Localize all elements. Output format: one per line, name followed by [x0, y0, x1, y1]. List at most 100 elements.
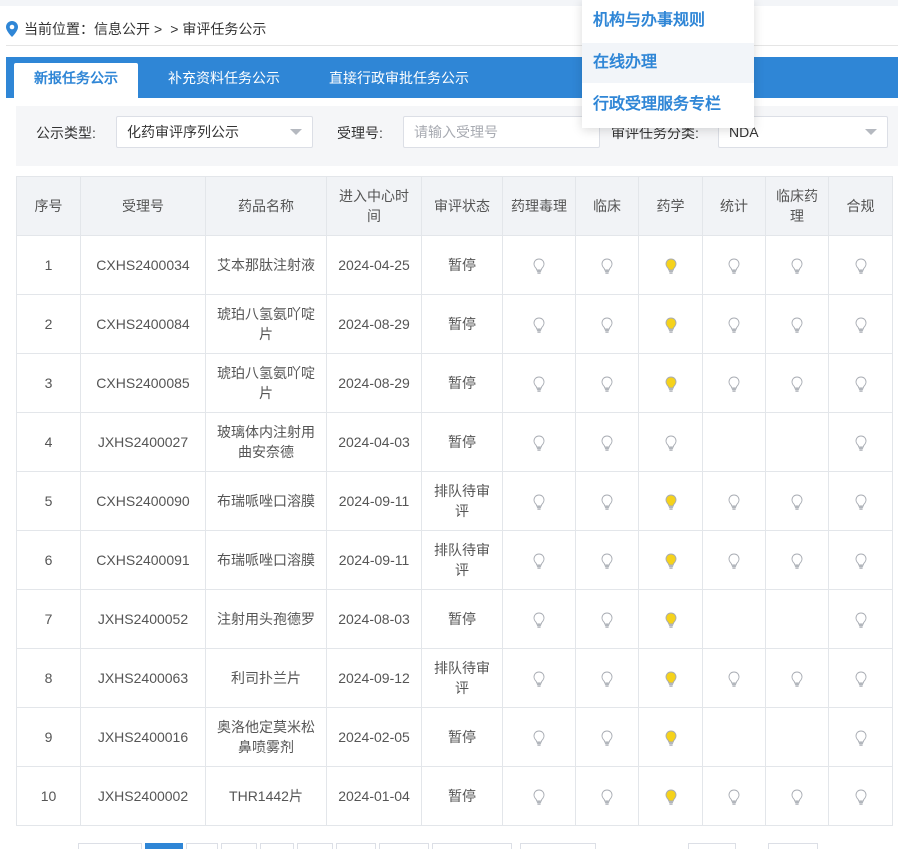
lightbulb-off-icon[interactable]: [855, 553, 867, 570]
lightbulb-off-icon[interactable]: [533, 317, 545, 334]
page-button-current[interactable]: [145, 843, 183, 849]
lightbulb-off-icon[interactable]: [855, 435, 867, 452]
lightbulb-off-icon[interactable]: [601, 789, 613, 806]
breadcrumb-separator: >: [170, 21, 179, 37]
lightbulb-off-icon[interactable]: [601, 258, 613, 275]
page-button[interactable]: [186, 843, 218, 849]
lightbulb-off-icon[interactable]: [791, 789, 803, 806]
lightbulb-off-icon[interactable]: [728, 376, 740, 393]
type-select[interactable]: 化药审评序列公示: [116, 116, 313, 148]
lightbulb-on-icon[interactable]: [665, 258, 677, 275]
cell-status: 暂停: [421, 235, 503, 295]
lightbulb-off-icon[interactable]: [791, 317, 803, 334]
lightbulb-off-icon[interactable]: [791, 376, 803, 393]
lightbulb-off-icon[interactable]: [601, 671, 613, 688]
cell-clin-pharm: [765, 294, 829, 354]
lightbulb-off-icon[interactable]: [855, 317, 867, 334]
lightbulb-off-icon[interactable]: [601, 494, 613, 511]
tab-new-tasks[interactable]: 新报任务公示: [14, 63, 138, 98]
cell-clinical: [575, 353, 639, 413]
lightbulb-off-icon[interactable]: [533, 789, 545, 806]
page-button[interactable]: [297, 843, 333, 849]
cell-pharmacy: [638, 353, 703, 413]
table-row: 7 JXHS2400052 注射用头孢德罗 2024-08-03 暂停: [16, 589, 893, 649]
lightbulb-off-icon[interactable]: [728, 317, 740, 334]
lightbulb-off-icon[interactable]: [533, 376, 545, 393]
lightbulb-off-icon[interactable]: [855, 730, 867, 747]
lightbulb-off-icon[interactable]: [728, 494, 740, 511]
lightbulb-off-icon[interactable]: [855, 494, 867, 511]
lightbulb-off-icon[interactable]: [791, 494, 803, 511]
cell-compliance: [828, 471, 893, 531]
lightbulb-off-icon[interactable]: [533, 671, 545, 688]
cell-status: 暂停: [421, 707, 503, 767]
lightbulb-off-icon[interactable]: [855, 612, 867, 629]
page-jump-input[interactable]: [688, 843, 736, 849]
breadcrumb-info-public[interactable]: 信息公开: [94, 19, 150, 39]
cell-pharmtox: [502, 412, 576, 472]
lightbulb-on-icon[interactable]: [665, 376, 677, 393]
cell-status: 暂停: [421, 412, 503, 472]
lightbulb-off-icon[interactable]: [533, 612, 545, 629]
cell-clin-pharm: [765, 353, 829, 413]
page-next-button[interactable]: [432, 843, 512, 849]
page-prev-button[interactable]: [78, 843, 142, 849]
cell-pharmtox: [502, 589, 576, 649]
lightbulb-off-icon[interactable]: [855, 671, 867, 688]
lightbulb-off-icon[interactable]: [728, 553, 740, 570]
lightbulb-off-icon[interactable]: [855, 258, 867, 275]
cell-pharmtox: [502, 766, 576, 826]
page-jump-button[interactable]: [768, 843, 818, 849]
menu-item-online[interactable]: 在线办理: [582, 43, 754, 83]
lightbulb-on-icon[interactable]: [665, 317, 677, 334]
lightbulb-off-icon[interactable]: [791, 553, 803, 570]
cell-drug-name: 奥洛他定莫米松鼻喷雾剂: [205, 707, 327, 767]
page-button[interactable]: [336, 843, 376, 849]
tab-supplement-tasks[interactable]: 补充资料任务公示: [154, 63, 294, 98]
lightbulb-off-icon[interactable]: [601, 730, 613, 747]
col-header: 统计: [702, 176, 766, 236]
lightbulb-off-icon[interactable]: [601, 435, 613, 452]
lightbulb-off-icon[interactable]: [601, 612, 613, 629]
lightbulb-off-icon[interactable]: [533, 258, 545, 275]
lightbulb-off-icon[interactable]: [533, 730, 545, 747]
menu-item-service[interactable]: 行政受理服务专栏: [582, 85, 754, 125]
lightbulb-off-icon[interactable]: [601, 376, 613, 393]
cell-status: 暂停: [421, 589, 503, 649]
cell-pharmacy: [638, 412, 703, 472]
lightbulb-off-icon[interactable]: [791, 671, 803, 688]
lightbulb-off-icon[interactable]: [728, 671, 740, 688]
lightbulb-off-icon[interactable]: [533, 494, 545, 511]
page-button[interactable]: [379, 843, 429, 849]
lightbulb-on-icon[interactable]: [665, 671, 677, 688]
lightbulb-on-icon[interactable]: [665, 612, 677, 629]
lightbulb-off-icon[interactable]: [533, 553, 545, 570]
lightbulb-off-icon[interactable]: [728, 789, 740, 806]
lightbulb-off-icon[interactable]: [601, 553, 613, 570]
lightbulb-off-icon[interactable]: [665, 435, 677, 452]
lightbulb-on-icon[interactable]: [665, 730, 677, 747]
chevron-down-icon: [290, 129, 302, 135]
lightbulb-off-icon[interactable]: [791, 258, 803, 275]
lightbulb-off-icon[interactable]: [728, 258, 740, 275]
page-button[interactable]: [221, 843, 257, 849]
lightbulb-off-icon[interactable]: [855, 789, 867, 806]
cell-pharmtox: [502, 471, 576, 531]
accept-no-input[interactable]: 请输入受理号: [403, 116, 600, 148]
cell-clinical: [575, 471, 639, 531]
cell-no: 6: [16, 530, 81, 590]
type-select-value: 化药审评序列公示: [127, 124, 239, 140]
lightbulb-off-icon[interactable]: [601, 317, 613, 334]
lightbulb-off-icon[interactable]: [533, 435, 545, 452]
tab-direct-approval-tasks[interactable]: 直接行政审批任务公示: [316, 63, 482, 98]
cell-compliance: [828, 589, 893, 649]
page-button[interactable]: [260, 843, 294, 849]
page-size-select[interactable]: [520, 843, 596, 849]
lightbulb-off-icon[interactable]: [855, 376, 867, 393]
lightbulb-on-icon[interactable]: [665, 494, 677, 511]
lightbulb-on-icon[interactable]: [665, 789, 677, 806]
breadcrumb-current: 审评任务公示: [182, 21, 267, 37]
lightbulb-on-icon[interactable]: [665, 553, 677, 570]
cell-pharmacy: [638, 707, 703, 767]
menu-item-rules[interactable]: 机构与办事规则: [582, 1, 754, 41]
